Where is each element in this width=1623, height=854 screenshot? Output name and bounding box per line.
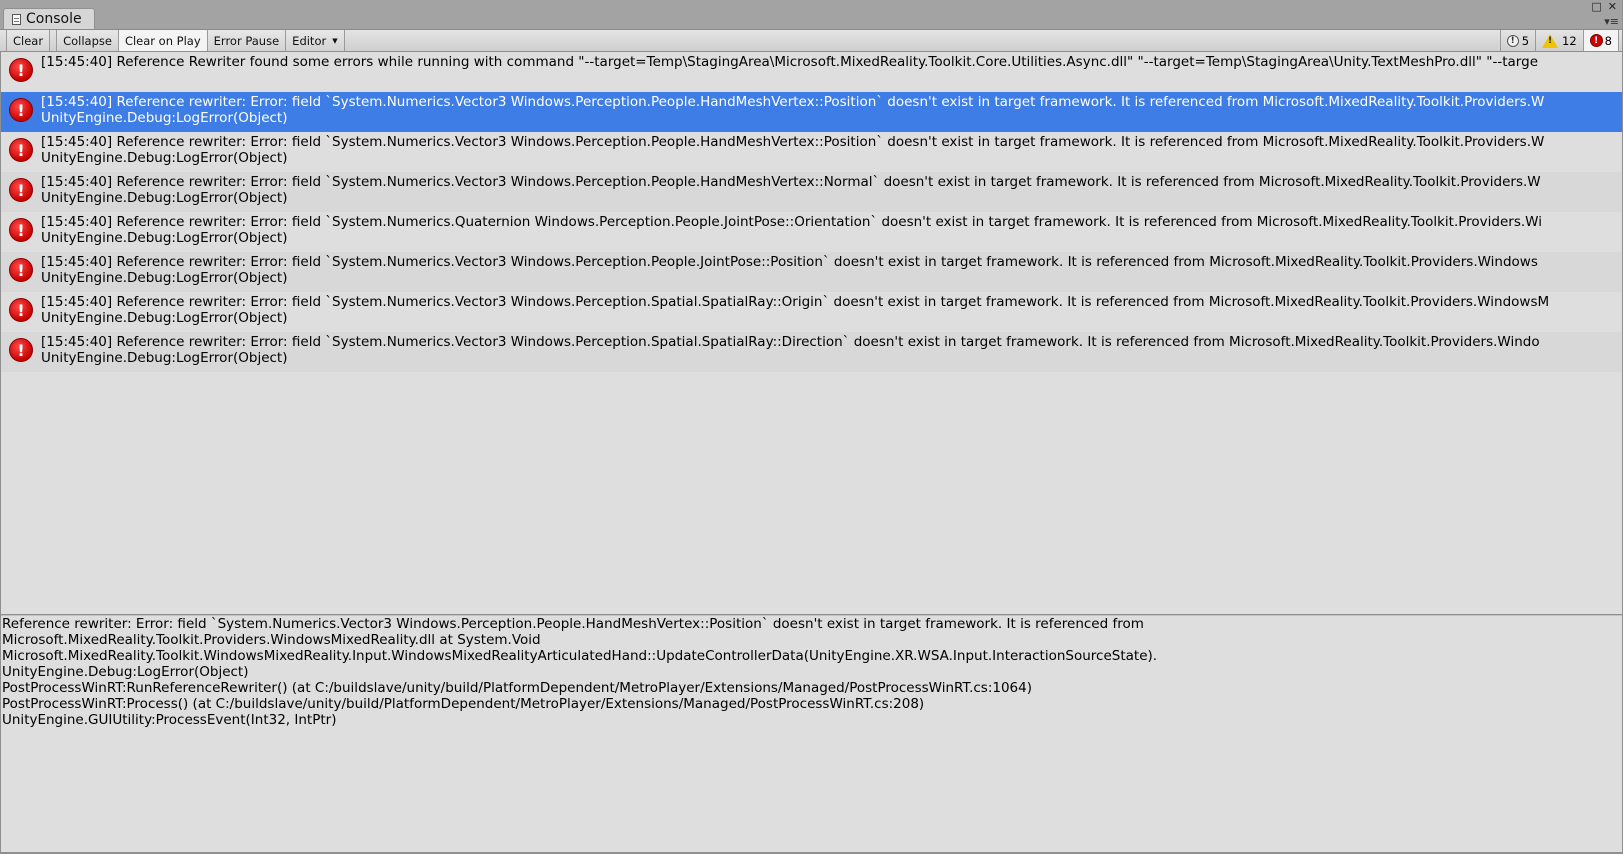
log-stack-first-line: UnityEngine.Debug:LogError(Object) — [41, 310, 288, 326]
window-controls: □ ✕ — [1591, 1, 1617, 13]
warning-count: 12 — [1562, 33, 1577, 48]
log-entry[interactable]: ! [15:45:40] Reference rewriter: Error: … — [1, 332, 1622, 372]
tab-label: Console — [26, 11, 82, 27]
log-entry-selected[interactable]: ! [15:45:40] Reference rewriter: Error: … — [1, 92, 1622, 132]
error-count: 8 — [1604, 33, 1612, 48]
error-icon: ! — [9, 338, 33, 362]
detail-line: PostProcessWinRT:RunReferenceRewriter() … — [2, 680, 1033, 696]
error-icon: ! — [9, 98, 33, 122]
log-stack-first-line: UnityEngine.Debug:LogError(Object) — [41, 270, 288, 286]
log-stack-first-line: UnityEngine.Debug:LogError(Object) — [41, 190, 288, 206]
tab-menu-icon[interactable]: ▾≡ — [1604, 15, 1619, 28]
console-window: Console □ ✕ ▾≡ Clear Collapse Clear on P… — [0, 0, 1623, 854]
pane-splitter[interactable] — [1, 614, 1622, 615]
log-stack-first-line: UnityEngine.Debug:LogError(Object) — [41, 110, 288, 126]
log-filter-group: ! 5 ! 12 ! 8 — [1499, 30, 1623, 51]
log-entry[interactable]: ! [15:45:40] Reference rewriter: Error: … — [1, 292, 1622, 332]
info-filter-toggle[interactable]: ! 5 — [1499, 30, 1535, 51]
chevron-down-icon: ▼ — [332, 36, 338, 45]
log-stack-first-line: UnityEngine.Debug:LogError(Object) — [41, 150, 288, 166]
log-message: [15:45:40] Reference Rewriter found some… — [41, 54, 1538, 70]
log-message: [15:45:40] Reference rewriter: Error: fi… — [41, 134, 1545, 150]
detail-line: Microsoft.MixedReality.Toolkit.Providers… — [2, 632, 541, 648]
clear-on-play-button[interactable]: Clear on Play — [118, 30, 208, 51]
frame-border — [0, 52, 1, 852]
log-entry[interactable]: ! [15:45:40] Reference rewriter: Error: … — [1, 212, 1622, 252]
maximize-icon[interactable]: □ — [1591, 1, 1601, 13]
detail-line: UnityEngine.GUIUtility:ProcessEvent(Int3… — [2, 712, 337, 728]
log-entry[interactable]: ! [15:45:40] Reference rewriter: Error: … — [1, 252, 1622, 292]
error-icon: ! — [9, 258, 33, 282]
error-icon: ! — [1589, 34, 1603, 47]
log-entry[interactable]: ! [15:45:40] Reference rewriter: Error: … — [1, 172, 1622, 212]
document-icon — [12, 13, 21, 25]
tab-console[interactable]: Console — [3, 8, 95, 29]
detail-line: UnityEngine.Debug:LogError(Object) — [2, 664, 249, 680]
detail-line: PostProcessWinRT:Process() (at C:/builds… — [2, 696, 925, 712]
error-icon: ! — [9, 218, 33, 242]
error-icon: ! — [9, 178, 33, 202]
tab-strip: Console □ ✕ ▾≡ — [0, 0, 1623, 30]
log-entry[interactable]: ! [15:45:40] Reference rewriter: Error: … — [1, 132, 1622, 172]
console-toolbar: Clear Collapse Clear on Play Error Pause… — [0, 30, 1623, 52]
log-message: [15:45:40] Reference rewriter: Error: fi… — [41, 94, 1545, 110]
error-pause-button[interactable]: Error Pause — [207, 30, 287, 51]
detail-line: Reference rewriter: Error: field `System… — [2, 616, 1144, 632]
collapse-button[interactable]: Collapse — [56, 30, 119, 51]
log-message: [15:45:40] Reference rewriter: Error: fi… — [41, 254, 1538, 270]
error-icon: ! — [9, 298, 33, 322]
warning-icon: ! — [1542, 33, 1559, 48]
error-icon: ! — [9, 138, 33, 162]
log-list[interactable]: ! [15:45:40] Reference Rewriter found so… — [1, 52, 1622, 614]
info-count: 5 — [1521, 33, 1530, 48]
log-message: [15:45:40] Reference rewriter: Error: fi… — [41, 214, 1542, 230]
warning-filter-toggle[interactable]: ! 12 — [1535, 30, 1583, 51]
editor-dropdown[interactable]: Editor ▼ — [286, 30, 345, 51]
log-message: [15:45:40] Reference rewriter: Error: fi… — [41, 174, 1541, 190]
clear-button[interactable]: Clear — [6, 30, 51, 51]
log-entry[interactable]: ! [15:45:40] Reference Rewriter found so… — [1, 52, 1622, 92]
close-icon[interactable]: ✕ — [1608, 1, 1617, 13]
log-stack-first-line: UnityEngine.Debug:LogError(Object) — [41, 350, 288, 366]
log-message: [15:45:40] Reference rewriter: Error: fi… — [41, 334, 1540, 350]
detail-line: Microsoft.MixedReality.Toolkit.WindowsMi… — [2, 648, 1158, 664]
log-stack-first-line: UnityEngine.Debug:LogError(Object) — [41, 230, 288, 246]
editor-dropdown-label: Editor — [292, 33, 327, 48]
info-icon: ! — [1506, 34, 1519, 47]
error-icon: ! — [9, 58, 33, 82]
error-filter-toggle[interactable]: ! 8 — [1582, 30, 1619, 51]
log-detail-pane[interactable]: Reference rewriter: Error: field `System… — [1, 616, 1622, 852]
log-message: [15:45:40] Reference rewriter: Error: fi… — [41, 294, 1550, 310]
